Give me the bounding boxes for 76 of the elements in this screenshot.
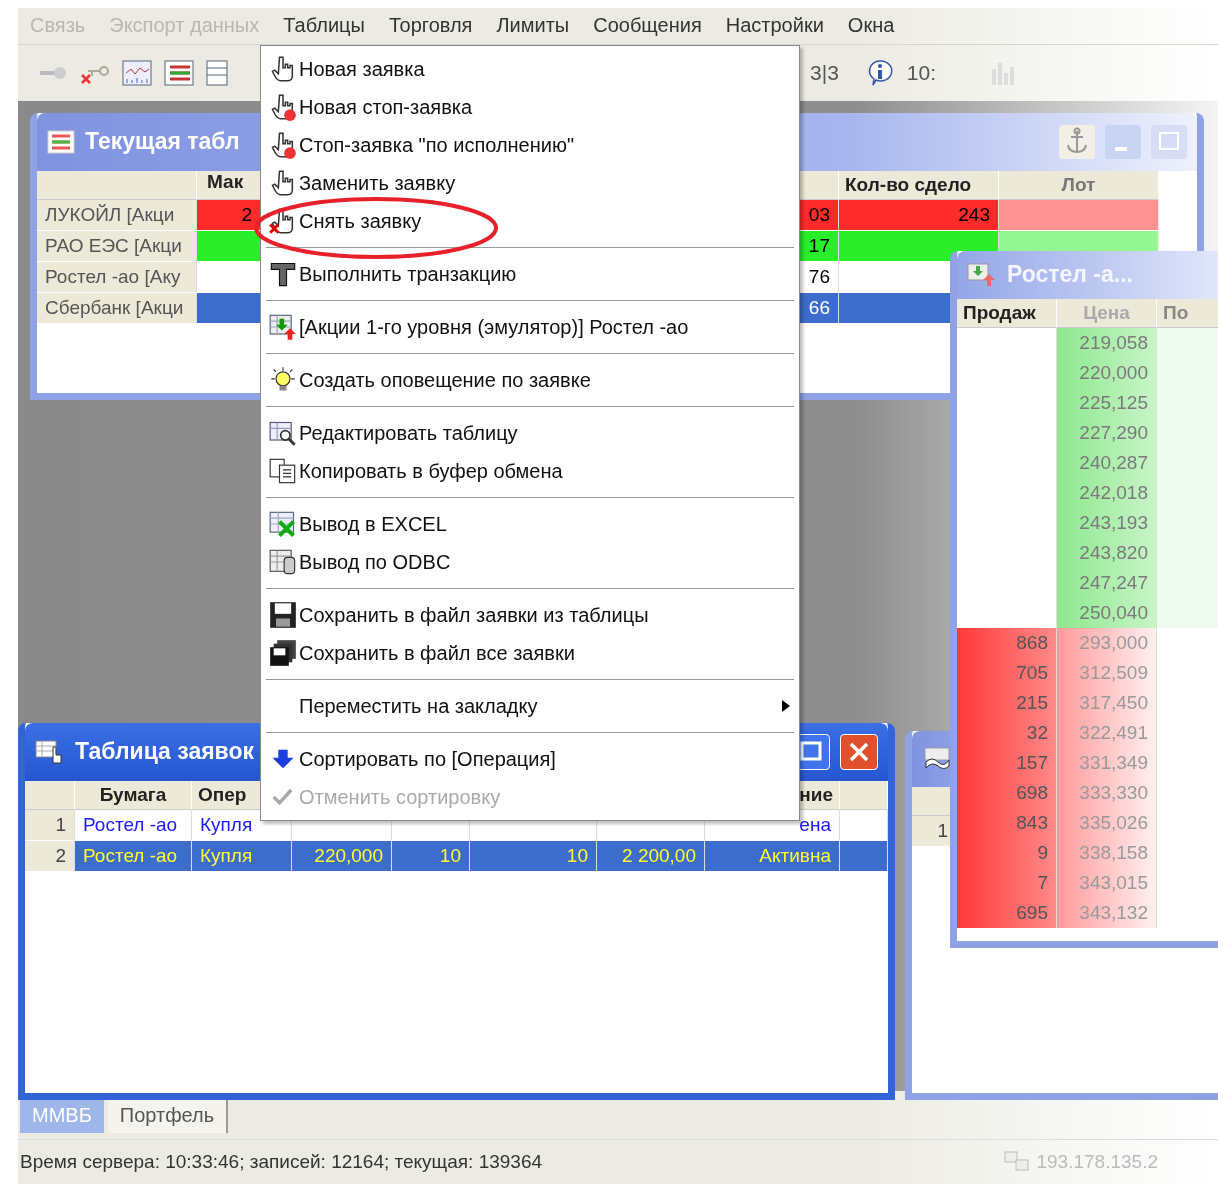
menu-item[interactable]: Сохранить в файл заявки из таблицы [261,596,799,634]
table-cell: 7 [957,867,1057,898]
table-cell: 32 [957,717,1057,748]
table-cell: 331,349 [1057,747,1157,778]
table-cell: 242,018 [1057,477,1157,508]
table-cell: 343,015 [1057,867,1157,898]
server-address: 193.178.135.2 [1036,1151,1158,1174]
table-cell: Купля [192,840,292,871]
menu-item[interactable]: Сохранить в файл все заявки [261,634,799,672]
row-header[interactable]: ЛУКОЙЛ [Акци [37,199,197,231]
table-cell: 227,290 [1057,417,1157,448]
table-cell: 843 [957,807,1057,838]
table-cell: 220,000 [292,840,392,871]
menu-bar-item[interactable]: Таблицы [271,12,377,40]
menu-item[interactable]: Новая стоп-заявка [261,88,799,126]
menu-item[interactable]: Новая заявка [261,50,799,88]
table-cell: 333,330 [1057,777,1157,808]
menu-item[interactable]: Редактировать таблицу [261,414,799,452]
menu-item[interactable]: Вывод по ODBC [261,543,799,581]
table-cell: 219,058 [1057,327,1157,358]
table-cell: 9 [957,837,1057,868]
menu-item[interactable]: Стоп-заявка "по исполнению" [261,126,799,164]
table-cell: 215 [957,687,1057,718]
column-header[interactable]: Кол-во сдело [839,170,999,200]
window-title: Таблица заявок [75,738,254,766]
table-cell: 2 [197,199,261,230]
table-cell: 243 [839,199,999,230]
menu-item[interactable]: Сортировать по [Операция] [261,740,799,778]
table-cell: 10 [470,840,597,871]
menu-item[interactable]: Вывод в EXCEL [261,505,799,543]
menu-item[interactable]: Заменить заявку [261,164,799,202]
menu-bar-item[interactable]: Лимиты [484,12,582,40]
table-cell: 225,125 [1057,387,1157,418]
column-header[interactable]: Бумага [75,780,192,810]
table-cell: 317,450 [1057,687,1157,718]
table-cell: 243,193 [1057,507,1157,538]
table-cell: 312,509 [1057,657,1157,688]
table-cell: 2 200,00 [597,840,705,871]
row-header[interactable]: Ростел -ао [Аку [37,261,197,293]
clock-text: 10: [906,60,937,85]
status-text: Время сервера: 10:33:46; записей: 12164; текущая: 139364 [20,1151,543,1174]
column-header[interactable]: Лот [999,170,1159,200]
row-header[interactable]: Сбербанк [Акци [37,292,197,324]
menu-bar-item[interactable]: Сообщения [581,12,714,40]
menu-item[interactable]: Переместить на закладку [261,687,799,725]
menu-bar-item[interactable]: Окна [835,12,907,40]
table-cell: Ростел -ао [75,840,192,871]
table-cell: 247,247 [1057,567,1157,598]
table-cell: 868 [957,627,1057,658]
table-cell: Активна [705,840,840,871]
menu-item[interactable]: Создать оповещение по заявке [261,361,799,399]
menu-bar-item[interactable]: Торговля [376,12,485,40]
table-cell: 10 [392,840,470,871]
window-title: Текущая табл [85,128,240,156]
table-cell: 698 [957,777,1057,808]
column-header[interactable]: Продаж [957,298,1057,328]
table-cell: 695 [957,897,1057,928]
table-cell: 157 [957,747,1057,778]
table-cell: 220,000 [1057,357,1157,388]
menu-item[interactable]: Копировать в буфер обмена [261,452,799,490]
table-cell: 343,132 [1057,897,1157,928]
menu-bar-item[interactable]: Настройки [713,12,836,40]
table-cell: 338,158 [1057,837,1157,868]
row-header[interactable]: 2 [25,840,75,872]
table-cell: 293,000 [1057,627,1157,658]
table-cell: 705 [957,657,1057,688]
page-counter: 3|3 [810,60,839,85]
column-header[interactable]: Мак [197,170,261,200]
row-header[interactable]: 1 [25,809,75,841]
table-cell: 240,287 [1057,447,1157,478]
table-cell: 335,026 [1057,807,1157,838]
table-cell: 250,040 [1057,597,1157,628]
menu-item[interactable]: [Акции 1-го уровня (эмулятор)] Ростел -ао [261,308,799,346]
table-cell: 243,820 [1057,537,1157,568]
row-header[interactable]: РАО ЕЭС [Акци [37,230,197,262]
table-cell: 322,491 [1057,717,1157,748]
